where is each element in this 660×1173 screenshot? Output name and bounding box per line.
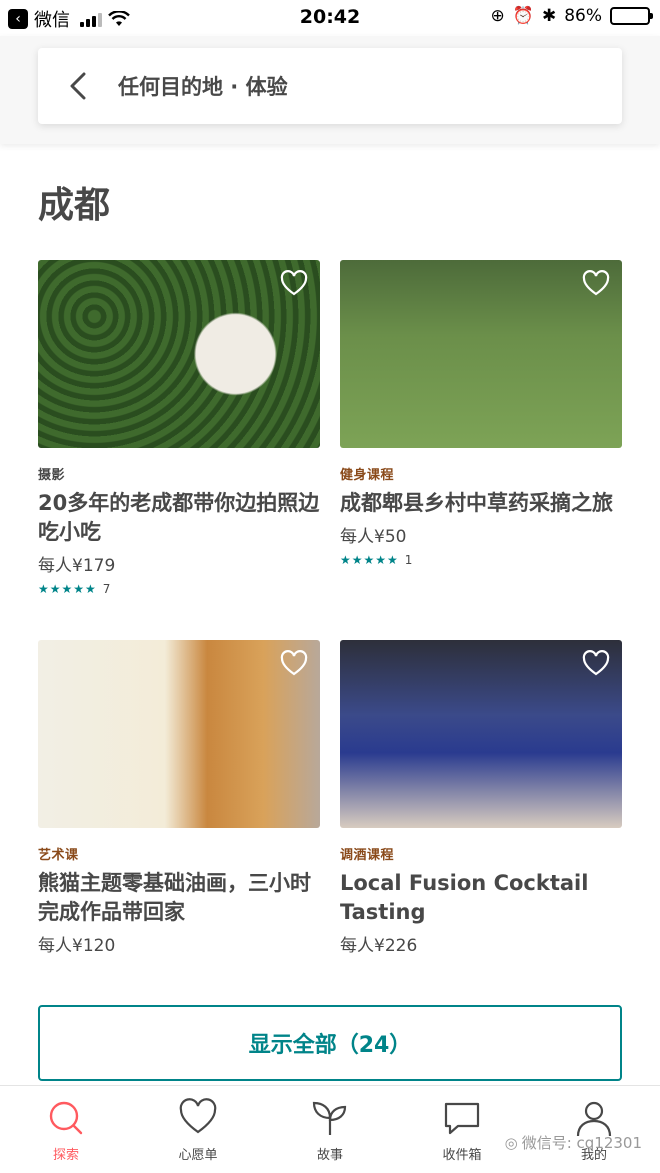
experience-title[interactable]: 20多年的老成都带你边拍照边吃小吃 xyxy=(38,489,320,547)
search-icon xyxy=(49,1101,83,1135)
tab-label: 心愿单 xyxy=(178,1148,218,1163)
experience-price: 每人¥226 xyxy=(340,936,418,956)
experience-price: 每人¥120 xyxy=(38,936,116,956)
experience-photo[interactable] xyxy=(340,640,622,828)
experience-title[interactable]: Local Fusion Cocktail Tasting xyxy=(340,869,622,927)
star-rating-icon: ★★★★★ xyxy=(38,582,97,596)
tab-label: 故事 xyxy=(316,1148,343,1163)
tab-label: 收件箱 xyxy=(442,1148,482,1163)
back-button[interactable] xyxy=(38,48,118,124)
tab-wishlist[interactable]: 心愿单 xyxy=(132,1086,264,1173)
heart-icon[interactable] xyxy=(280,270,308,298)
search-label: 任何目的地 · 体验 xyxy=(118,75,288,99)
experience-card[interactable]: 调酒课程 Local Fusion Cocktail Tasting 每人¥22… xyxy=(340,640,622,956)
tab-label: 探索 xyxy=(52,1148,79,1163)
rating: ★★★★★ 7 xyxy=(38,582,320,596)
experience-card[interactable]: 摄影 20多年的老成都带你边拍照边吃小吃 每人¥179 ★★★★★ 7 xyxy=(38,260,320,596)
battery-percent: 86% xyxy=(564,6,602,26)
experience-category: 摄影 xyxy=(38,468,66,483)
tab-bar: 探索 心愿单 故事 收件箱 我的 xyxy=(0,1085,660,1173)
heart-icon[interactable] xyxy=(582,650,610,678)
tab-explore[interactable]: 探索 xyxy=(0,1086,132,1173)
watermark: ◎ 微信号: cq12301 xyxy=(505,1132,642,1153)
experience-price: 每人¥50 xyxy=(340,527,407,547)
tab-profile[interactable]: 我的 xyxy=(528,1086,660,1173)
experience-photo[interactable] xyxy=(340,260,622,448)
tab-stories[interactable]: 故事 xyxy=(264,1086,396,1173)
experience-category: 健身课程 xyxy=(340,468,395,483)
experience-card[interactable]: 健身课程 成都郫县乡村中草药采摘之旅 每人¥50 ★★★★★ 1 xyxy=(340,260,622,567)
message-icon xyxy=(444,1102,480,1135)
status-right: ⊕ ⏰ ✱ 86% xyxy=(490,6,653,26)
heart-icon xyxy=(179,1098,217,1134)
chevron-left-icon xyxy=(70,72,86,100)
show-all-button[interactable]: 显示全部（24） xyxy=(38,1005,622,1081)
experience-photo[interactable] xyxy=(38,260,320,448)
experience-title[interactable]: 熊猫主题零基础油画，三小时完成作品带回家 xyxy=(38,869,320,927)
bluetooth-icon: ✱ xyxy=(541,6,557,26)
heart-icon[interactable] xyxy=(280,650,308,678)
rating: ★★★★★ 1 xyxy=(340,553,622,567)
search-bar[interactable]: 任何目的地 · 体验 xyxy=(38,48,622,124)
review-count: 1 xyxy=(404,553,413,567)
status-bar: ‹ 微信 20:42 ⊕ ⏰ ✱ 86% xyxy=(0,0,660,36)
experience-photo[interactable] xyxy=(38,640,320,828)
rotation-lock-icon: ⊕ xyxy=(490,6,505,26)
experience-card[interactable]: 艺术课 熊猫主题零基础油画，三小时完成作品带回家 每人¥120 xyxy=(38,640,320,956)
star-rating-icon: ★★★★★ xyxy=(340,553,399,567)
experience-category: 调酒课程 xyxy=(340,848,395,863)
experience-category: 艺术课 xyxy=(38,848,79,863)
tab-inbox[interactable]: 收件箱 xyxy=(396,1086,528,1173)
city-title: 成都 xyxy=(38,185,111,226)
experience-title[interactable]: 成都郫县乡村中草药采摘之旅 xyxy=(340,489,622,518)
watermark-text: 微信号: cq12301 xyxy=(521,1134,642,1152)
review-count: 7 xyxy=(102,582,111,596)
sprout-icon xyxy=(312,1101,347,1135)
wechat-icon: ◎ xyxy=(504,1133,518,1152)
experience-price: 每人¥179 xyxy=(38,556,116,576)
heart-icon[interactable] xyxy=(582,270,610,298)
battery-icon xyxy=(610,7,653,25)
header: 任何目的地 · 体验 xyxy=(0,36,660,144)
alarm-icon: ⏰ xyxy=(512,6,534,26)
